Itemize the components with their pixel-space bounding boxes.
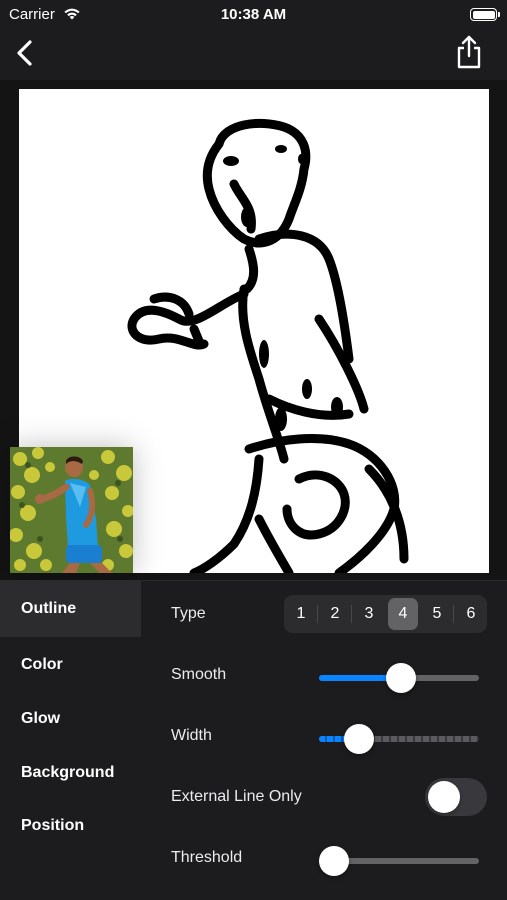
menu-item-background[interactable]: Background (0, 745, 141, 801)
status-bar: Carrier 10:38 AM (0, 0, 507, 28)
clock: 10:38 AM (220, 6, 287, 23)
segment-divider (317, 605, 318, 623)
segment-divider (351, 605, 352, 623)
runner-photo (10, 447, 133, 573)
type-option-2[interactable]: 2 (320, 598, 350, 630)
menu-item-position[interactable]: Position (0, 798, 141, 854)
slider-knob[interactable] (344, 724, 374, 754)
back-chevron-icon[interactable] (10, 36, 40, 70)
battery-icon (470, 8, 500, 21)
external-line-only-label: External Line Only (171, 788, 302, 805)
edit-panel: Outline Color Glow Background Position T… (0, 580, 507, 900)
type-label: Type (171, 605, 206, 622)
type-segmented-control: 1 2 3 4 5 6 (284, 595, 487, 633)
menu-item-color[interactable]: Color (0, 637, 141, 693)
type-option-5[interactable]: 5 (422, 598, 452, 630)
toggle-knob (428, 781, 460, 813)
type-option-4[interactable]: 4 (388, 598, 418, 630)
navigation-bar (0, 28, 507, 80)
type-option-3[interactable]: 3 (354, 598, 384, 630)
segment-divider (453, 605, 454, 623)
category-menu: Outline Color Glow Background Position (0, 581, 141, 900)
menu-item-glow[interactable]: Glow (0, 691, 141, 747)
width-label: Width (171, 727, 212, 744)
preview-area (0, 80, 507, 580)
type-option-1[interactable]: 1 (286, 598, 316, 630)
share-icon[interactable] (455, 34, 483, 70)
threshold-slider[interactable] (319, 846, 479, 876)
original-photo-thumbnail[interactable] (10, 447, 133, 573)
external-line-only-toggle[interactable] (425, 778, 487, 816)
threshold-label: Threshold (171, 849, 243, 866)
smooth-slider[interactable] (319, 663, 479, 693)
menu-item-outline[interactable]: Outline (0, 581, 141, 637)
width-slider[interactable] (319, 724, 479, 754)
type-option-6[interactable]: 6 (456, 598, 486, 630)
slider-knob[interactable] (319, 846, 349, 876)
slider-knob[interactable] (386, 663, 416, 693)
smooth-label: Smooth (171, 666, 227, 683)
